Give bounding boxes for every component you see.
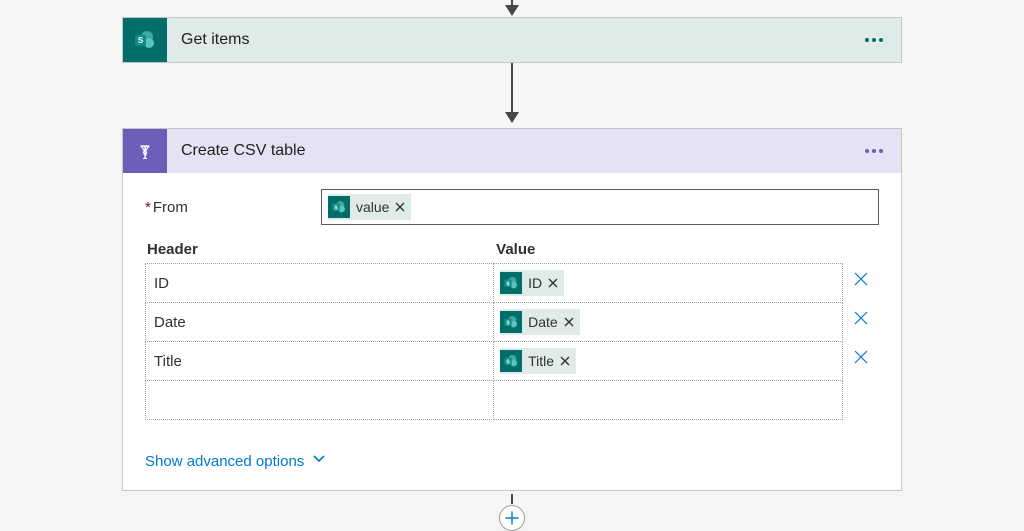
token-label: ID [528, 275, 542, 291]
action-card-create-csv[interactable]: { { Create CSV table *From [122, 128, 902, 491]
card-body: *From S value [123, 173, 901, 426]
delete-row-button[interactable] [843, 261, 879, 301]
delete-column [843, 241, 879, 420]
remove-token-icon[interactable] [395, 199, 405, 215]
value-cell-empty[interactable] [493, 380, 843, 420]
svg-text:S: S [506, 320, 510, 326]
header-cell-empty[interactable] [145, 380, 494, 420]
add-step-button[interactable] [499, 505, 525, 531]
header-cell[interactable]: Date [145, 302, 494, 342]
value-column-label: Value [494, 241, 843, 263]
advanced-options-label: Show advanced options [145, 453, 304, 470]
value-cell[interactable]: S Date [493, 302, 843, 342]
remove-token-icon[interactable] [548, 275, 558, 291]
from-label: *From [145, 199, 321, 216]
value-cell[interactable]: S ID [493, 263, 843, 303]
header-column: Header ID Date Title [145, 241, 494, 420]
delete-row-button[interactable] [843, 300, 879, 340]
card-header[interactable]: S Get items [123, 18, 901, 62]
close-icon [853, 271, 869, 291]
show-advanced-options-link[interactable]: Show advanced options [145, 452, 326, 470]
close-icon [853, 349, 869, 369]
sharepoint-icon: S [328, 196, 350, 218]
plus-icon [505, 511, 519, 525]
delete-row-button[interactable] [843, 339, 879, 379]
connector-arrow [505, 63, 519, 123]
delete-row-placeholder [843, 378, 879, 418]
delete-column-header [843, 241, 879, 262]
dynamic-token-id[interactable]: S ID [500, 270, 564, 296]
chevron-down-icon [312, 452, 326, 470]
card-header[interactable]: { { Create CSV table [123, 129, 901, 173]
token-label: Title [528, 353, 554, 369]
columns-table: Header ID Date Title Value S ID [145, 241, 879, 420]
svg-text:S: S [334, 205, 338, 211]
card-title: Create CSV table [167, 142, 857, 160]
token-label: Date [528, 314, 558, 330]
svg-text:S: S [506, 281, 510, 287]
value-cell[interactable]: S Title [493, 341, 843, 381]
close-icon [853, 310, 869, 330]
required-asterisk: * [145, 199, 151, 216]
connector-arrow [505, 0, 519, 16]
card-title: Get items [167, 31, 857, 49]
connector-arrow [511, 494, 513, 504]
card-menu-button[interactable] [857, 134, 891, 168]
dynamic-token-value[interactable]: S value [328, 194, 411, 220]
remove-token-icon[interactable] [564, 314, 574, 330]
header-cell[interactable]: Title [145, 341, 494, 381]
sharepoint-icon: S [500, 311, 522, 333]
value-column: Value S ID S [494, 241, 843, 420]
dynamic-token-title[interactable]: S Title [500, 348, 576, 374]
svg-text:S: S [138, 36, 144, 45]
sharepoint-icon: S [500, 350, 522, 372]
dynamic-token-date[interactable]: S Date [500, 309, 580, 335]
flow-canvas: S Get items { { Create C [0, 0, 1024, 529]
header-column-label: Header [145, 241, 494, 263]
data-operations-icon: { { [123, 129, 167, 173]
remove-token-icon[interactable] [560, 353, 570, 369]
from-field-row: *From S value [145, 189, 879, 225]
svg-text:S: S [506, 359, 510, 365]
sharepoint-icon: S [500, 272, 522, 294]
action-card-get-items[interactable]: S Get items [122, 17, 902, 63]
token-label: value [356, 199, 389, 215]
card-menu-button[interactable] [857, 23, 891, 57]
sharepoint-icon: S [123, 18, 167, 62]
header-cell[interactable]: ID [145, 263, 494, 303]
from-input[interactable]: S value [321, 189, 879, 225]
